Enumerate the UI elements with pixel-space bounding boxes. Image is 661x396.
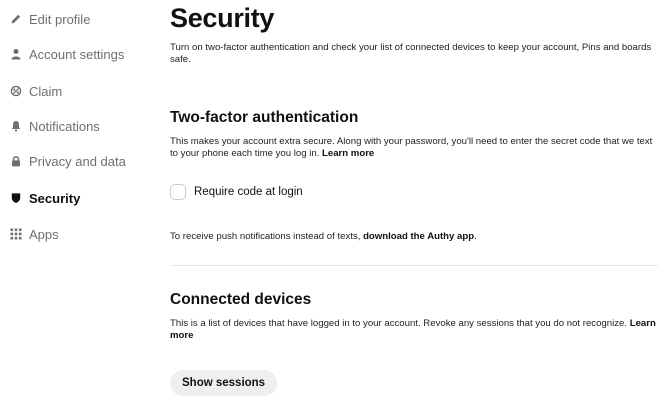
authy-app-link[interactable]: download the Authy app [363,231,474,242]
require-code-checkbox[interactable] [170,184,186,200]
sidebar-item-apps[interactable]: Apps [10,223,59,245]
require-code-label: Require code at login [194,186,303,198]
sidebar-item-claim[interactable]: Claim [10,80,62,102]
sidebar-item-label: Privacy and data [29,153,126,169]
require-code-checkbox-row[interactable]: Require code at login [170,184,303,200]
two-factor-description: This makes your account extra secure. Al… [170,136,658,160]
sidebar-item-label: Account settings [29,46,125,62]
show-sessions-button[interactable]: Show sessions [170,370,278,396]
sidebar-item-label: Notifications [29,118,100,134]
sidebar-item-label: Apps [29,226,59,242]
lock-icon [10,155,22,167]
sidebar-item-notifications[interactable]: Notifications [10,115,100,137]
person-icon [10,48,22,60]
connected-devices-title: Connected devices [170,291,312,308]
push-note-text: To receive push notifications instead of… [170,231,361,242]
sidebar-item-privacy-and-data[interactable]: Privacy and data [10,150,126,172]
connected-devices-description: This is a list of devices that have logg… [170,318,658,342]
claim-icon [10,85,22,97]
sidebar-item-label: Edit profile [29,11,91,27]
push-notifications-note: To receive push notifications instead of… [170,231,477,242]
shield-icon [10,192,22,204]
sidebar-item-label: Security [29,190,81,206]
sidebar-item-label: Claim [29,83,63,99]
sidebar-item-edit-profile[interactable]: Edit profile [10,8,90,30]
bell-icon [10,120,22,132]
pencil-icon [10,13,22,25]
page-title: Security [170,3,275,33]
two-factor-learn-more-link[interactable]: Learn more [322,148,374,159]
two-factor-description-text: This makes your account extra secure. Al… [170,136,653,159]
grid-icon [10,228,22,240]
two-factor-title: Two-factor authentication [170,109,359,126]
push-note-period: . [474,231,477,242]
sidebar-item-security[interactable]: Security [10,187,80,209]
connected-devices-description-text: This is a list of devices that have logg… [170,318,628,329]
sidebar-item-account-settings[interactable]: Account settings [10,43,124,65]
page-intro: Turn on two-factor authentication and ch… [170,42,652,65]
section-divider [170,265,658,266]
